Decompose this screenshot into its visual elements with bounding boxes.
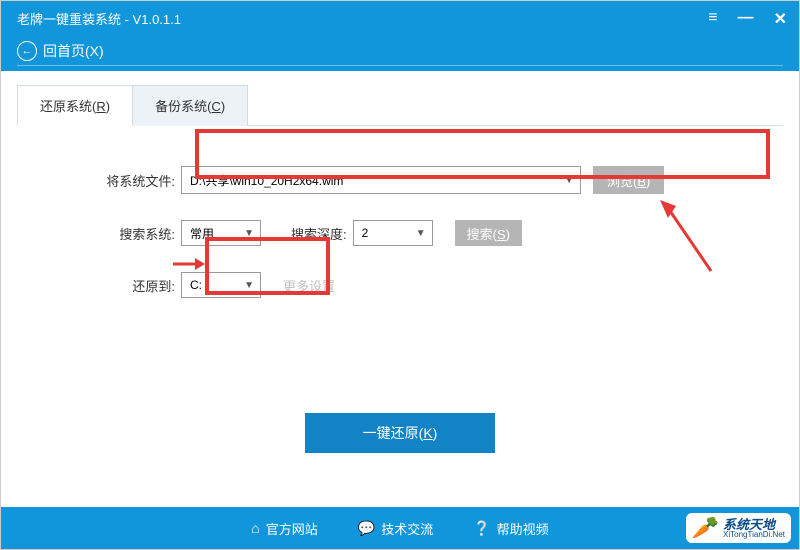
restore-target-combo[interactable]: C: ▼	[181, 272, 261, 298]
restore-button[interactable]: 一键还原(K)	[305, 413, 495, 453]
chevron-down-icon: ▼	[416, 228, 426, 239]
chevron-down-icon: ▼	[244, 280, 254, 291]
restore-target-value: C:	[190, 278, 202, 292]
search-button[interactable]: 搜索(S)	[455, 220, 522, 246]
search-system-value: 常用	[190, 225, 214, 242]
window-title: 老牌一键重装系统 - V1.0.1.1	[1, 1, 799, 28]
browse-button[interactable]: 浏览(B)	[593, 166, 664, 194]
back-arrow-icon: ←	[17, 41, 37, 61]
logo-cn-text: 系统天地	[723, 518, 785, 531]
footer-site-label: 官方网站	[266, 519, 318, 538]
logo-en-text: XiTongTianDi.Net	[723, 531, 785, 539]
tab-backup[interactable]: 备份系统(C)	[133, 85, 248, 126]
footer-tech-label: 技术交流	[381, 519, 433, 538]
file-path-combo[interactable]: D:\共享\win10_20H2x64.wim ▼	[181, 166, 581, 194]
more-settings-link[interactable]: 更多设置	[283, 276, 335, 295]
home-icon: ⌂	[251, 520, 259, 536]
search-system-combo[interactable]: 常用 ▼	[181, 220, 261, 246]
footer-tech-support[interactable]: 💬 技术交流	[358, 519, 433, 538]
menu-icon[interactable]: ≡	[708, 9, 717, 29]
chevron-down-icon: ▼	[244, 228, 254, 239]
back-home-label: 回首页(X)	[43, 41, 104, 61]
file-label: 将系统文件:	[41, 171, 181, 190]
chat-icon: 💬	[358, 520, 375, 537]
tab-restore[interactable]: 还原系统(R)	[17, 85, 133, 126]
search-depth-combo[interactable]: 2 ▼	[353, 220, 433, 246]
file-path-value: D:\共享\win10_20H2x64.wim	[190, 172, 343, 189]
minimize-icon[interactable]: —	[738, 9, 754, 29]
footer-official-site[interactable]: ⌂ 官方网站	[251, 519, 317, 538]
back-home-link[interactable]: ← 回首页(X)	[17, 41, 104, 61]
search-depth-value: 2	[362, 226, 369, 240]
footer-help-label: 帮助视频	[497, 519, 549, 538]
search-depth-label: 搜索深度:	[291, 224, 347, 243]
restore-target-label: 还原到:	[41, 276, 181, 295]
chevron-down-icon: ▼	[564, 175, 574, 186]
search-system-label: 搜索系统:	[41, 224, 181, 243]
brand-logo: 🥕 系统天地 XiTongTianDi.Net	[686, 513, 791, 543]
radish-icon: 🥕	[692, 515, 719, 541]
footer-help-video[interactable]: ❔ 帮助视频	[473, 519, 548, 538]
close-icon[interactable]: ✕	[774, 9, 787, 29]
help-icon: ❔	[473, 520, 490, 537]
